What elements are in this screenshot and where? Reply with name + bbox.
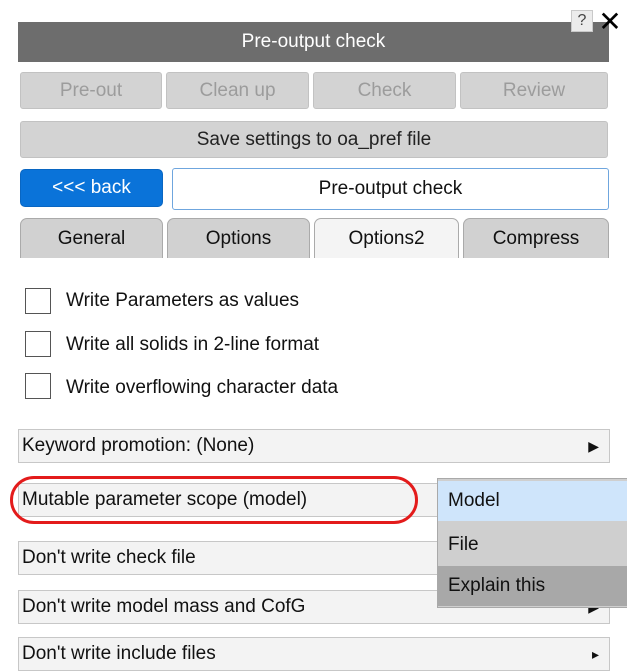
close-icon[interactable]: ✕ xyxy=(595,5,625,38)
write-solids-label: Write all solids in 2-line format xyxy=(66,334,320,355)
dropdown-item-model[interactable]: Model xyxy=(438,481,627,521)
dropdown-item-explain[interactable]: Explain this xyxy=(438,566,627,606)
help-icon[interactable]: ? xyxy=(571,10,593,32)
pre-out-button[interactable]: Pre-out xyxy=(20,72,162,109)
tab-general[interactable]: General xyxy=(20,218,163,258)
dropdown-item-file[interactable]: File xyxy=(438,525,627,565)
model-mass-label: Don't write model mass and CofG xyxy=(22,596,306,617)
write-parameters-checkbox[interactable] xyxy=(25,288,51,314)
submenu-arrow-icon: ▶ xyxy=(588,438,599,454)
clean-up-button[interactable]: Clean up xyxy=(166,72,309,109)
window-title-bar: Pre-output check xyxy=(18,22,609,62)
write-solids-checkbox[interactable] xyxy=(25,331,51,357)
scope-dropdown-menu: Model File Explain this xyxy=(437,478,627,608)
include-files-button[interactable]: Don't write include files ▸ xyxy=(18,637,610,671)
window-title: Pre-output check xyxy=(241,31,386,52)
keyword-promotion-button[interactable]: Keyword promotion: (None) ▶ xyxy=(18,429,610,463)
tab-compress[interactable]: Compress xyxy=(463,218,609,258)
check-file-label: Don't write check file xyxy=(22,547,196,568)
write-parameters-label: Write Parameters as values xyxy=(66,290,300,311)
write-overflow-label: Write overflowing character data xyxy=(66,377,339,398)
submenu-arrow-icon: ▸ xyxy=(591,646,599,662)
write-overflow-checkbox[interactable] xyxy=(25,373,51,399)
highlight-annotation xyxy=(10,476,418,524)
current-mode-label: Pre-output check xyxy=(172,168,609,210)
save-settings-button[interactable]: Save settings to oa_pref file xyxy=(20,121,608,158)
keyword-promotion-label: Keyword promotion: (None) xyxy=(22,435,255,456)
check-button[interactable]: Check xyxy=(313,72,456,109)
tab-options[interactable]: Options xyxy=(167,218,310,258)
include-files-label: Don't write include files xyxy=(22,643,216,664)
tab-options2[interactable]: Options2 xyxy=(314,218,459,258)
back-button[interactable]: <<< back xyxy=(20,169,163,207)
review-button[interactable]: Review xyxy=(460,72,608,109)
